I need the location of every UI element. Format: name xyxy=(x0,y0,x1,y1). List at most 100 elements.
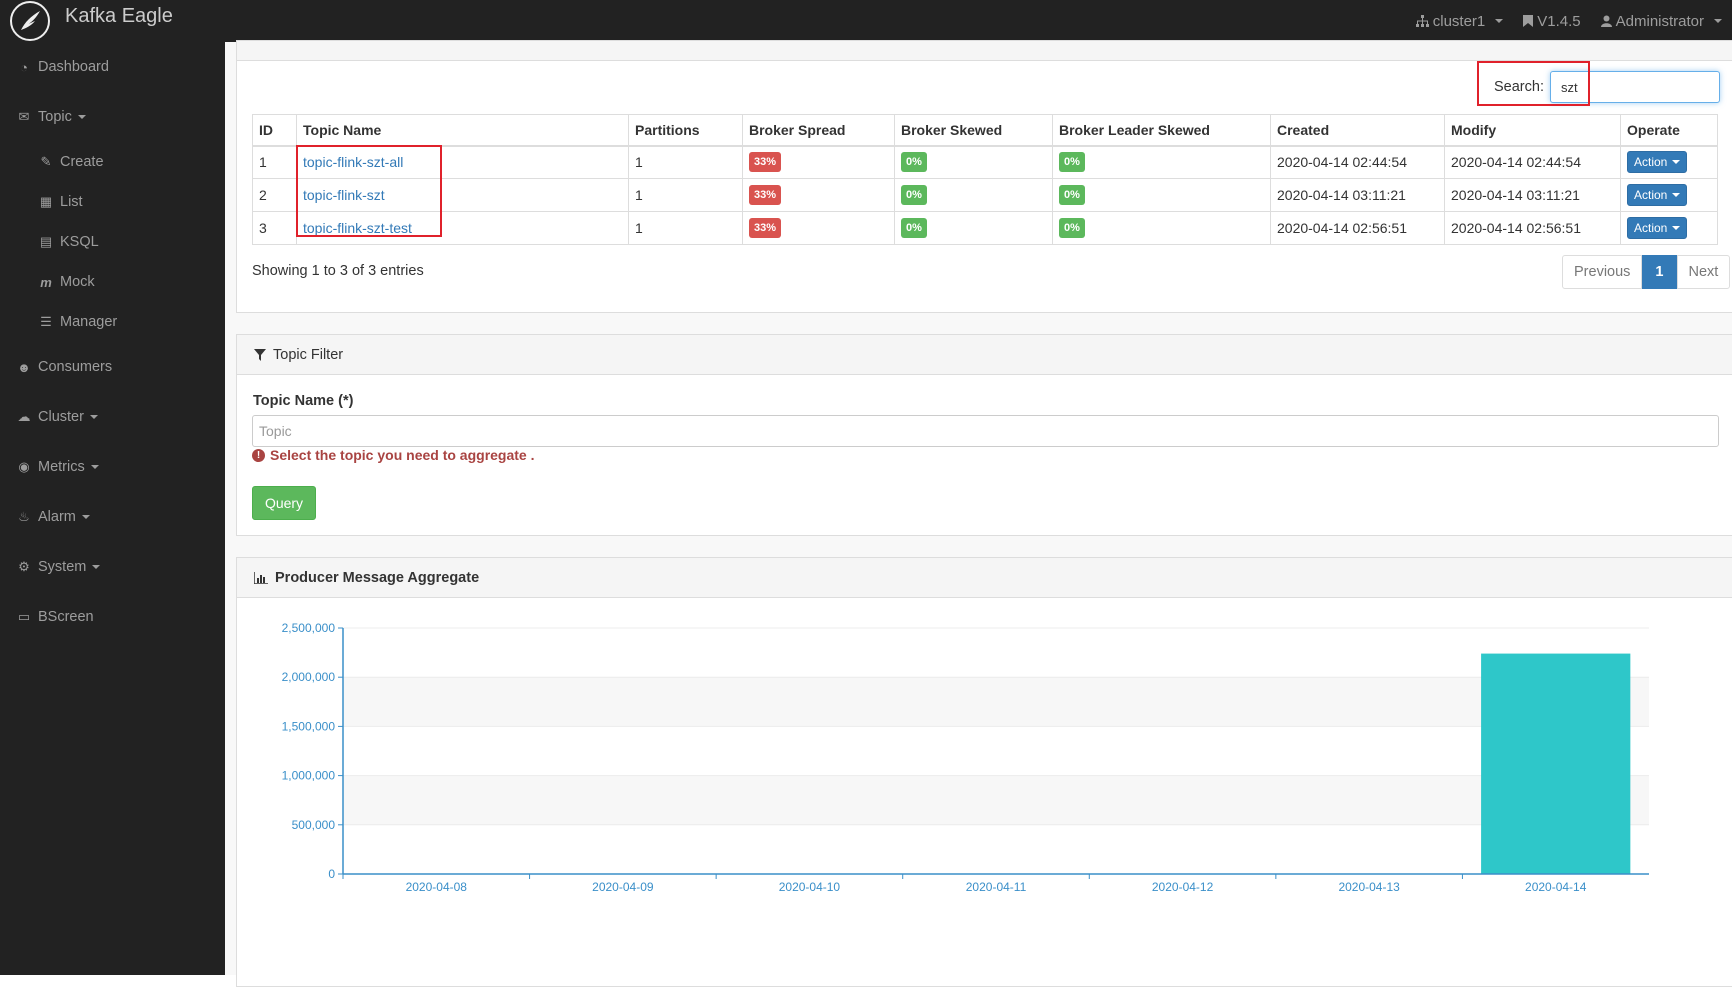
cell-modify: 2020-04-14 02:56:51 xyxy=(1444,211,1621,245)
search-label: Search: xyxy=(1494,79,1544,95)
cell-partitions: 1 xyxy=(628,178,743,212)
sidebar: ◔ Dashboard ✉ Topic ✎ Create ▦ List ▤ KS… xyxy=(0,42,225,975)
file-icon: ▤ xyxy=(39,234,53,249)
cloud-icon: ☁ xyxy=(17,409,31,424)
sidebar-item-label: Dashboard xyxy=(38,59,109,75)
action-button[interactable]: Action xyxy=(1627,184,1688,206)
grid-band xyxy=(343,677,1649,727)
producer-aggregate-chart: 0 500,000 1,000,000 1,500,000 2,000,000 2,500… xyxy=(282,621,1649,894)
eagle-logo-icon[interactable] xyxy=(10,1,50,41)
grid-band xyxy=(343,628,1649,678)
topic-input[interactable] xyxy=(252,415,1719,447)
column-header[interactable]: Broker Spread xyxy=(742,114,895,147)
cell-created: 2020-04-14 03:11:21 xyxy=(1270,178,1445,212)
sidebar-item-bscreen[interactable]: ▭ BScreen xyxy=(0,597,225,637)
sidebar-item-manager[interactable]: ☰ Manager xyxy=(0,302,225,342)
sidebar-item-list[interactable]: ▦ List xyxy=(0,182,225,222)
bar-chart-icon xyxy=(254,571,268,584)
broker-skewed-badge: 0% xyxy=(901,152,927,173)
hint-text: Select the topic you need to aggregate . xyxy=(270,447,535,463)
user-dropdown[interactable]: Administrator xyxy=(1591,13,1732,30)
topic-filter-header: Topic Filter xyxy=(237,335,1732,375)
sidebar-item-dashboard[interactable]: ◔ Dashboard xyxy=(0,47,225,87)
sidebar-item-label: Alarm xyxy=(38,509,76,525)
table-header-row: ID Topic Name Partitions Broker Spread B… xyxy=(252,114,1718,147)
x-tick-label: 2020-04-12 xyxy=(1152,880,1214,894)
cell-id: 2 xyxy=(252,178,297,212)
page-1-button[interactable]: 1 xyxy=(1642,255,1677,289)
next-page-button[interactable]: Next xyxy=(1676,255,1731,289)
user-icon xyxy=(1600,15,1612,27)
sidebar-item-label: Cluster xyxy=(38,409,84,425)
x-tick-label: 2020-04-09 xyxy=(592,880,654,894)
chevron-down-icon xyxy=(1672,226,1681,230)
topic-table: ID Topic Name Partitions Broker Spread B… xyxy=(252,114,1718,245)
topic-name-link[interactable]: topic-flink-szt-all xyxy=(303,154,403,170)
bar xyxy=(1481,653,1631,874)
search-input[interactable] xyxy=(1549,71,1720,103)
chevron-down-icon xyxy=(89,415,98,419)
sidebar-item-alarm[interactable]: ♨ Alarm xyxy=(0,497,225,537)
sidebar-item-label: Create xyxy=(60,154,104,170)
sidebar-item-label: Manager xyxy=(60,314,118,330)
chevron-down-icon xyxy=(77,115,86,119)
main-content: Search: ID Topic Name Partitions Broker … xyxy=(225,40,1732,987)
tasks-icon: ☰ xyxy=(40,314,52,329)
aggregate-title: Producer Message Aggregate xyxy=(275,569,480,586)
table-row: 3 topic-flink-szt-test 1 33% 0% 0% 2020-… xyxy=(252,211,1718,245)
action-label: Action xyxy=(1634,155,1668,170)
x-tick-label: 2020-04-13 xyxy=(1338,880,1400,894)
sidebar-item-metrics[interactable]: ◉ Metrics xyxy=(0,447,225,487)
bookmark-icon xyxy=(1523,15,1534,27)
table-icon: ▦ xyxy=(39,194,53,209)
sidebar-item-mock[interactable]: m Mock xyxy=(0,262,225,302)
top-navbar: Kafka Eagle cluster1 V1.4.5 Administrato… xyxy=(0,0,1732,42)
table-search: Search: xyxy=(1494,71,1720,103)
column-header[interactable]: Partitions xyxy=(628,114,743,147)
x-tick-label: 2020-04-10 xyxy=(779,880,841,894)
broker-spread-badge: 33% xyxy=(749,152,782,173)
sidebar-item-consumers[interactable]: ☻ Consumers xyxy=(0,347,225,387)
version-link[interactable]: V1.4.5 xyxy=(1513,13,1590,30)
cluster-dropdown[interactable]: cluster1 xyxy=(1406,13,1514,30)
cell-id: 1 xyxy=(252,145,297,179)
action-label: Action xyxy=(1634,221,1668,235)
sidebar-item-ksql[interactable]: ▤ KSQL xyxy=(0,222,225,262)
cell-modify: 2020-04-14 02:44:54 xyxy=(1444,145,1621,179)
topic-name-link[interactable]: topic-flink-szt xyxy=(303,187,385,203)
chevron-down-icon xyxy=(1714,19,1722,23)
sidebar-item-topic[interactable]: ✉ Topic xyxy=(0,97,225,137)
column-header[interactable]: Broker Skewed xyxy=(894,114,1053,147)
aggregate-panel: Producer Message Aggregate 0 500,000 1,000… xyxy=(236,557,1732,987)
previous-page-button[interactable]: Previous xyxy=(1562,255,1643,289)
chevron-down-icon xyxy=(90,465,99,469)
table-row: 2 topic-flink-szt 1 33% 0% 0% 2020-04-14… xyxy=(252,178,1718,212)
dashboard-icon: ◔ xyxy=(20,59,28,75)
sidebar-item-label: Consumers xyxy=(38,359,113,375)
sidebar-item-cluster[interactable]: ☁ Cluster xyxy=(0,397,225,437)
cell-partitions: 1 xyxy=(628,145,743,179)
user-label: Administrator xyxy=(1615,12,1704,30)
query-button[interactable]: Query xyxy=(252,486,316,520)
column-header[interactable]: Created xyxy=(1270,114,1445,147)
app-title[interactable]: Kafka Eagle xyxy=(65,5,173,28)
table-info: Showing 1 to 3 of 3 entries xyxy=(252,263,424,279)
column-header[interactable]: Topic Name xyxy=(296,114,629,147)
x-tick-label: 2020-04-08 xyxy=(406,880,468,894)
topic-name-link[interactable]: topic-flink-szt-test xyxy=(303,220,412,236)
sidebar-item-create[interactable]: ✎ Create xyxy=(0,142,225,182)
column-header[interactable]: ID xyxy=(252,114,297,147)
column-header[interactable]: Broker Leader Skewed xyxy=(1052,114,1271,147)
action-button[interactable]: Action xyxy=(1627,151,1688,174)
users-icon: ☻ xyxy=(17,359,31,375)
sidebar-item-system[interactable]: ⚙ System xyxy=(0,547,225,587)
cell-modify: 2020-04-14 03:11:21 xyxy=(1444,178,1621,212)
y-tick-label: 2,000,000 xyxy=(282,670,336,684)
column-header[interactable]: Modify xyxy=(1444,114,1621,147)
sidebar-item-label: BScreen xyxy=(38,609,94,625)
action-button[interactable]: Action xyxy=(1627,217,1688,239)
cell-id: 3 xyxy=(252,211,297,245)
column-header[interactable]: Operate xyxy=(1620,114,1718,147)
aggregate-header: Producer Message Aggregate xyxy=(237,558,1732,598)
bell-icon: ♨ xyxy=(18,509,30,524)
